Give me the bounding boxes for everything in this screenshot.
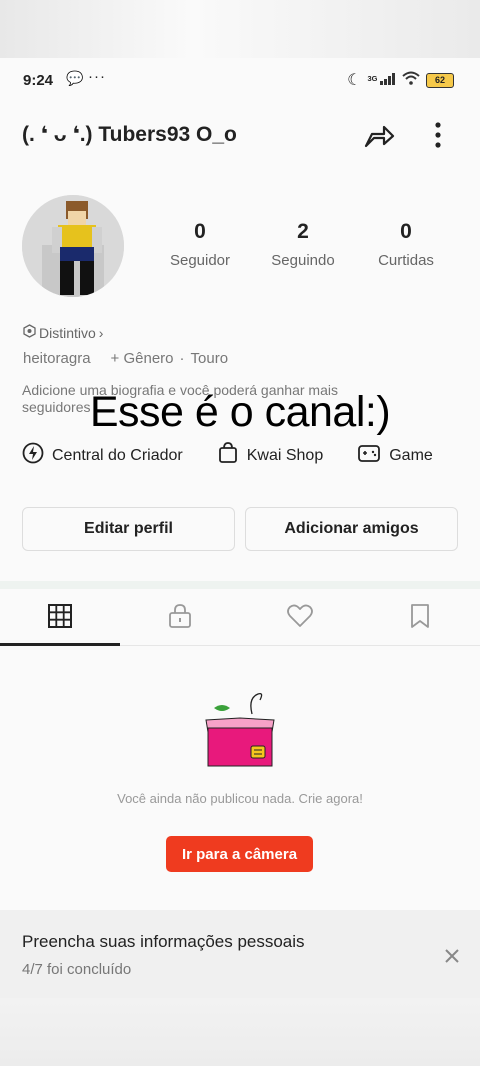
creator-center-link[interactable]: Central do Criador bbox=[22, 442, 183, 469]
meta-separator: · bbox=[179, 350, 185, 367]
empty-box-illustration bbox=[200, 688, 280, 770]
link-label: Game bbox=[389, 446, 433, 464]
add-friends-button[interactable]: Adicionar amigos bbox=[245, 507, 458, 551]
badge-label: Distintivo bbox=[39, 324, 96, 341]
tab-likes[interactable] bbox=[240, 591, 360, 645]
stat-value: 0 bbox=[194, 220, 206, 243]
video-caption-overlay: Esse é o canal:) bbox=[89, 388, 391, 436]
game-link[interactable]: Game bbox=[357, 442, 433, 469]
lock-icon bbox=[167, 603, 193, 634]
active-tab-indicator bbox=[0, 643, 120, 646]
wifi-icon bbox=[402, 71, 420, 89]
gender-button[interactable]: + Gênero bbox=[111, 350, 174, 367]
status-time: 9:24 bbox=[23, 72, 54, 89]
profile-meta: heitoragra + Gênero · Touro bbox=[23, 350, 228, 367]
profile-header: (. ❛ ᴗ ❛.) Tubers93 O_o bbox=[0, 116, 480, 156]
tab-posts[interactable] bbox=[0, 591, 120, 645]
share-icon[interactable] bbox=[362, 118, 396, 152]
info-card-title: Preencha suas informações pessoais bbox=[22, 932, 305, 951]
empty-state-message: Você ainda não publicou nada. Crie agora… bbox=[117, 791, 363, 806]
stat-label: Curtidas bbox=[378, 252, 434, 269]
kwai-shop-link[interactable]: Kwai Shop bbox=[217, 442, 324, 469]
stat-following[interactable]: 2 Seguindo bbox=[253, 220, 353, 269]
stat-label: Seguindo bbox=[271, 252, 335, 269]
tab-private[interactable] bbox=[120, 591, 240, 645]
chevron-right-icon: › bbox=[98, 324, 104, 341]
tab-saved[interactable] bbox=[360, 591, 480, 645]
moon-icon: ☾ bbox=[347, 72, 362, 89]
status-right: ☾ 3G 62 bbox=[347, 70, 454, 90]
stat-likes[interactable]: 0 Curtidas bbox=[356, 220, 456, 269]
video-bottom-blur bbox=[0, 998, 480, 1066]
creator-center-icon bbox=[22, 442, 44, 469]
close-icon[interactable] bbox=[440, 944, 464, 968]
info-card-progress: 4/7 foi concluído bbox=[22, 961, 132, 978]
page-title: (. ❛ ᴗ ❛.) Tubers93 O_o bbox=[22, 123, 237, 146]
section-divider bbox=[0, 581, 480, 589]
battery-icon: 62 bbox=[426, 72, 454, 88]
profile-handle: heitoragra bbox=[23, 350, 91, 367]
video-top-blur bbox=[0, 0, 480, 58]
network-type: 3G bbox=[367, 74, 378, 83]
bookmark-icon bbox=[409, 603, 431, 634]
personal-info-card[interactable]: Preencha suas informações pessoais 4/7 f… bbox=[0, 910, 480, 998]
badge-icon bbox=[23, 324, 36, 341]
stat-value: 2 bbox=[297, 220, 309, 243]
zodiac-sign: Touro bbox=[190, 350, 229, 367]
more-menu-icon[interactable] bbox=[428, 118, 448, 152]
shopping-bag-icon bbox=[217, 442, 239, 469]
gamepad-icon bbox=[357, 442, 381, 469]
content-tabs bbox=[0, 591, 480, 646]
stat-followers[interactable]: 0 Seguidor bbox=[150, 220, 250, 269]
edit-profile-button[interactable]: Editar perfil bbox=[22, 507, 235, 551]
stat-value: 0 bbox=[400, 220, 412, 243]
status-more: ··· bbox=[88, 68, 106, 85]
phone-screen: 9:24 💬 ··· ☾ 3G 62 (. ❛ ᴗ ❛.) Tubers93 O… bbox=[0, 58, 480, 998]
avatar[interactable] bbox=[22, 195, 124, 297]
link-label: Kwai Shop bbox=[246, 446, 324, 464]
go-to-camera-button[interactable]: Ir para a câmera bbox=[166, 836, 313, 872]
chat-notification-icon: 💬 bbox=[66, 70, 84, 86]
status-bar: 9:24 💬 ··· ☾ 3G 62 bbox=[0, 58, 480, 102]
signal-icon: 3G bbox=[367, 73, 396, 87]
grid-icon bbox=[47, 603, 73, 634]
quick-links: Central do Criador Kwai Shop Game bbox=[22, 442, 467, 469]
heart-icon bbox=[286, 603, 314, 634]
badge-link[interactable]: Distintivo › bbox=[23, 324, 103, 341]
link-label: Central do Criador bbox=[52, 446, 183, 464]
stat-label: Seguidor bbox=[169, 252, 231, 269]
